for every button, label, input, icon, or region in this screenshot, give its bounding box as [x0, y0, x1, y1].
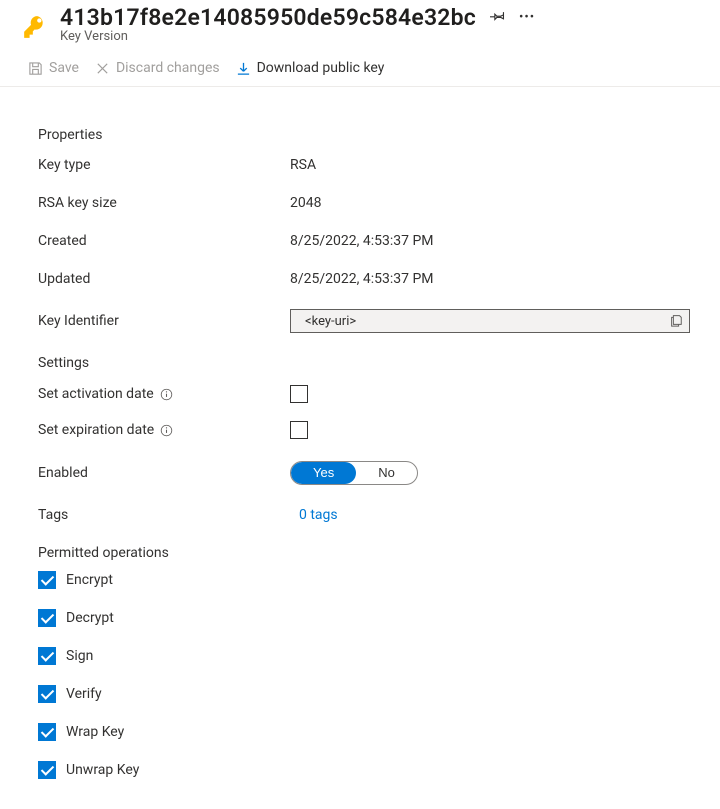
key-identifier-label: Key Identifier	[38, 313, 290, 329]
rsa-key-size-label: RSA key size	[38, 195, 290, 211]
expiration-date-checkbox[interactable]	[290, 421, 308, 439]
download-public-key-button[interactable]: Download public key	[236, 58, 385, 78]
pin-icon[interactable]	[490, 8, 505, 27]
toolbar: Save Discard changes Download public key	[0, 52, 720, 87]
activation-date-checkbox[interactable]	[290, 385, 308, 403]
key-icon	[22, 4, 48, 40]
page-subtitle: Key Version	[60, 29, 700, 44]
activation-date-text: Set activation date	[38, 386, 154, 402]
tags-label: Tags	[38, 507, 290, 523]
discard-button[interactable]: Discard changes	[95, 58, 220, 78]
enabled-yes-option[interactable]: Yes	[291, 462, 356, 484]
page-title: 413b17f8e2e14085950de59c584e32bc	[60, 4, 476, 31]
encrypt-checkbox[interactable]	[38, 571, 56, 589]
page-header: 413b17f8e2e14085950de59c584e32bc ••• Key…	[0, 0, 720, 52]
close-icon	[95, 61, 110, 76]
wrap-key-checkbox[interactable]	[38, 723, 56, 741]
decrypt-label: Decrypt	[66, 610, 114, 626]
download-icon	[236, 61, 251, 76]
content: Properties Key type RSA RSA key size 204…	[0, 87, 720, 803]
key-type-value: RSA	[290, 157, 316, 173]
verify-label: Verify	[66, 686, 102, 702]
more-icon[interactable]: •••	[519, 10, 535, 25]
unwrap-key-checkbox[interactable]	[38, 761, 56, 779]
properties-title: Properties	[38, 127, 692, 143]
key-identifier-field: <key-uri>	[290, 309, 690, 333]
tags-link[interactable]: 0 tags	[290, 507, 338, 523]
enabled-label: Enabled	[38, 465, 290, 481]
key-identifier-value: <key-uri>	[305, 314, 661, 329]
enabled-toggle: Yes No	[290, 461, 418, 485]
activation-date-label: Set activation date	[38, 386, 290, 402]
wrap-key-label: Wrap Key	[66, 724, 124, 740]
save-icon	[28, 61, 43, 76]
expiration-date-label: Set expiration date	[38, 422, 290, 438]
updated-value: 8/25/2022, 4:53:37 PM	[290, 271, 434, 287]
download-label: Download public key	[257, 60, 385, 76]
expiration-date-text: Set expiration date	[38, 422, 154, 438]
sign-label: Sign	[66, 648, 93, 664]
copy-icon	[669, 313, 683, 330]
save-button[interactable]: Save	[28, 58, 79, 78]
rsa-key-size-value: 2048	[290, 195, 321, 211]
decrypt-checkbox[interactable]	[38, 609, 56, 627]
permitted-ops-title: Permitted operations	[38, 545, 692, 561]
encrypt-label: Encrypt	[66, 572, 113, 588]
key-type-label: Key type	[38, 157, 290, 173]
info-icon[interactable]	[160, 388, 173, 401]
save-label: Save	[49, 60, 79, 76]
info-icon[interactable]	[160, 424, 173, 437]
created-label: Created	[38, 233, 290, 249]
discard-label: Discard changes	[116, 60, 220, 76]
unwrap-key-label: Unwrap Key	[66, 762, 139, 778]
enabled-no-option[interactable]: No	[356, 462, 417, 484]
updated-label: Updated	[38, 271, 290, 287]
settings-title: Settings	[38, 355, 692, 371]
copy-button[interactable]	[669, 313, 683, 330]
created-value: 8/25/2022, 4:53:37 PM	[290, 233, 434, 249]
verify-checkbox[interactable]	[38, 685, 56, 703]
sign-checkbox[interactable]	[38, 647, 56, 665]
